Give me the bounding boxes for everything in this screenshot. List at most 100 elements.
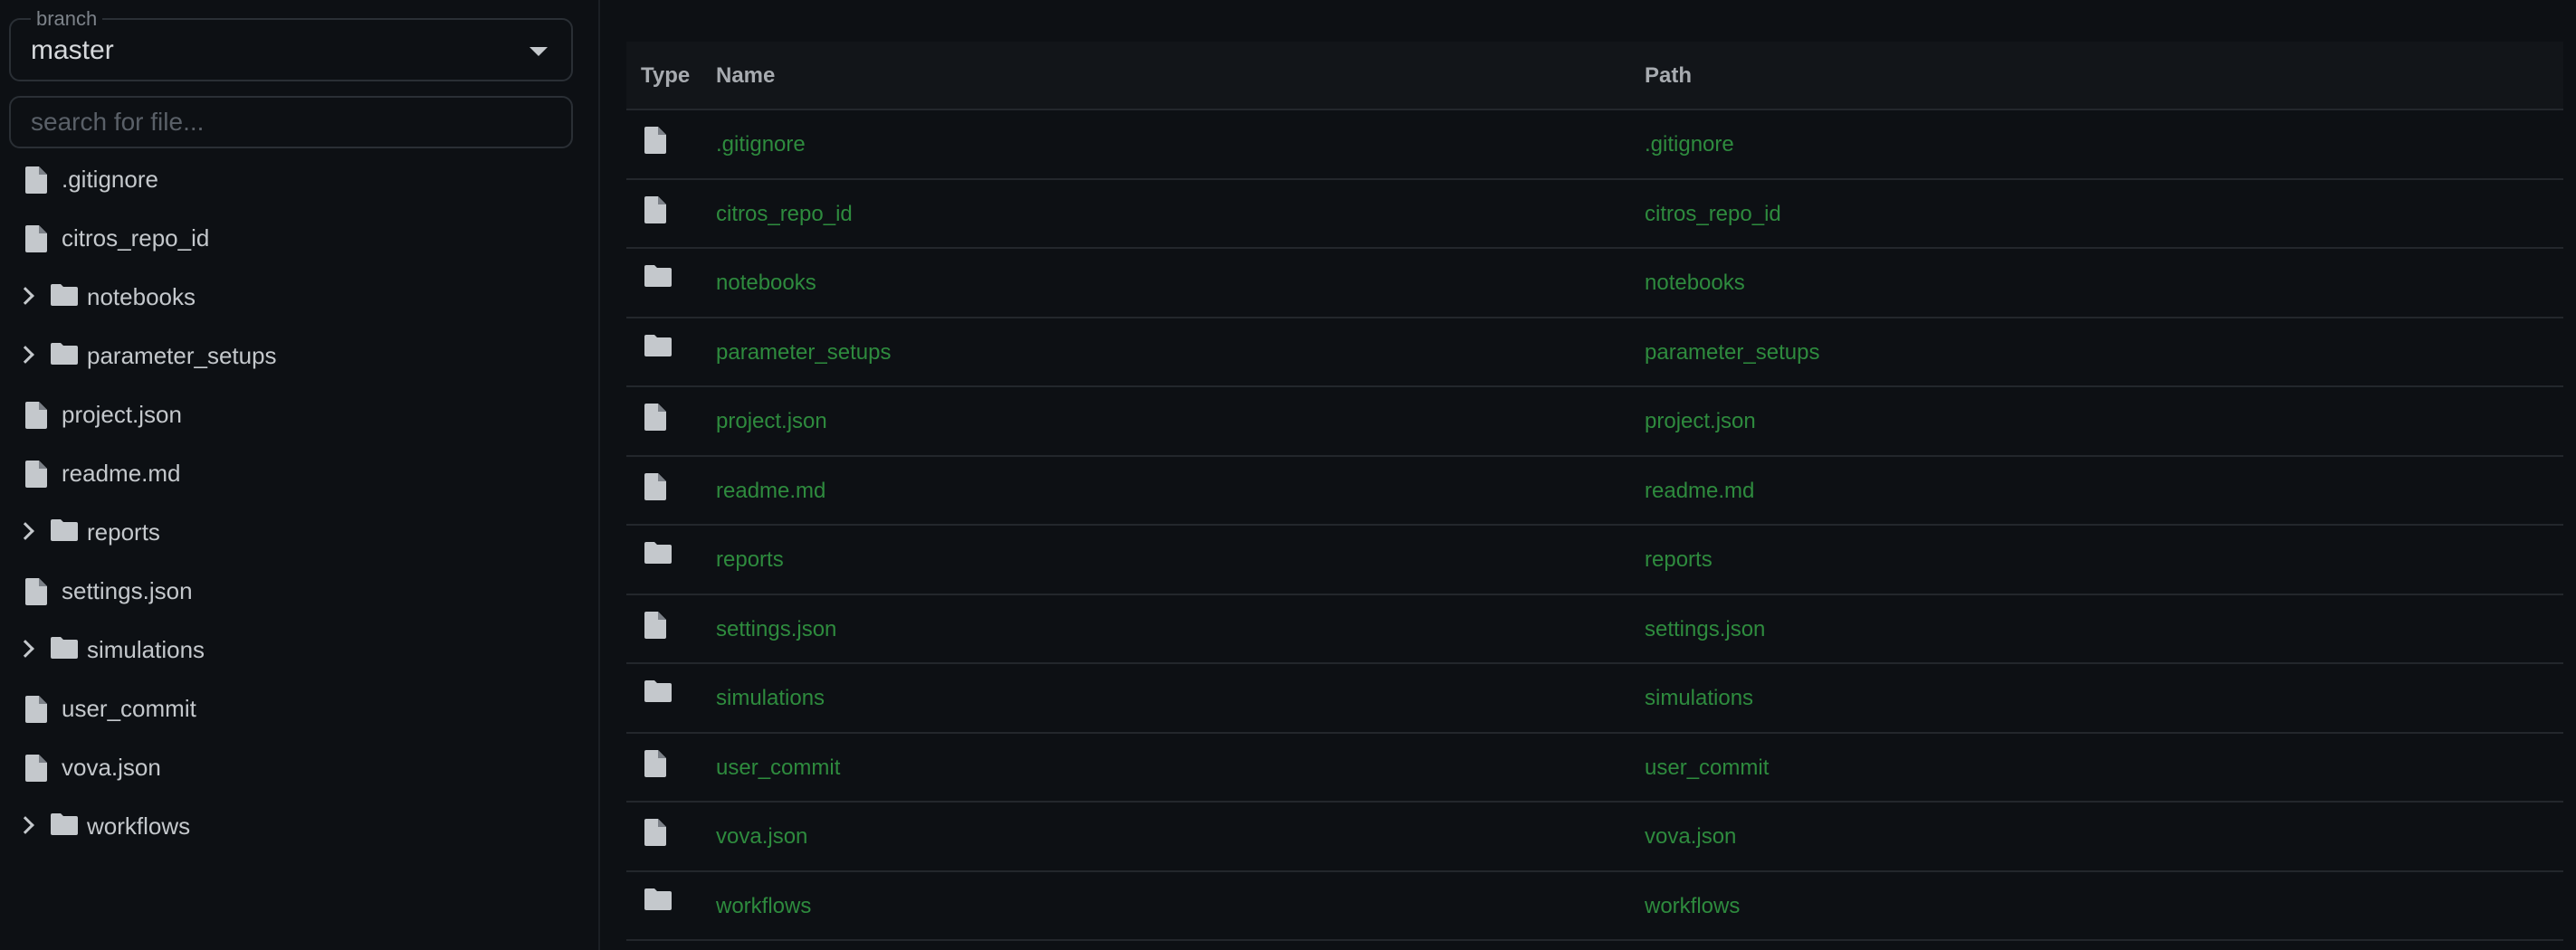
row-path-link[interactable]: workflows — [1645, 894, 1740, 919]
tree-item-label: workflows — [87, 812, 191, 840]
tree-item-label: vova.json — [62, 754, 161, 781]
caret-down-icon[interactable] — [530, 47, 548, 56]
file-icon — [644, 749, 666, 782]
tree-file-item[interactable]: .gitignore — [0, 150, 597, 209]
file-icon — [644, 611, 666, 643]
table-row[interactable]: project.json project.json — [626, 387, 2563, 457]
table-row[interactable]: readme.md readme.md — [626, 456, 2563, 526]
branch-select[interactable]: branch master — [9, 7, 573, 81]
file-icon — [25, 696, 47, 727]
row-path-link[interactable]: readme.md — [1645, 479, 1754, 504]
tree-folder-item[interactable]: notebooks — [0, 268, 597, 327]
file-search-input[interactable] — [9, 96, 573, 148]
tree-item-label: project.json — [62, 401, 182, 428]
file-icon — [644, 404, 666, 435]
table-row[interactable]: simulations simulations — [626, 664, 2563, 734]
tree-file-item[interactable]: vova.json — [0, 738, 597, 797]
file-icon — [25, 225, 47, 257]
row-name-link[interactable]: simulations — [716, 686, 825, 711]
chevron-right-icon[interactable] — [16, 522, 34, 540]
sidebar: branch master .gitignore citros_repo_idno… — [0, 0, 600, 950]
row-name-link[interactable]: settings.json — [716, 617, 836, 642]
row-path-link[interactable]: user_commit — [1645, 755, 1769, 781]
table-row[interactable]: user_commit user_commit — [626, 733, 2563, 803]
row-name-link[interactable]: readme.md — [716, 479, 825, 504]
row-path-link[interactable]: citros_repo_id — [1645, 202, 1781, 227]
branch-value: master — [31, 35, 114, 65]
table-row[interactable]: vova.json vova.json — [626, 803, 2563, 872]
folder-icon — [51, 343, 78, 369]
table-row[interactable]: .gitignore .gitignore — [626, 110, 2563, 180]
table-row[interactable]: settings.json settings.json — [626, 594, 2563, 664]
table-row[interactable]: notebooks notebooks — [626, 249, 2563, 318]
folder-icon — [51, 519, 78, 546]
table-row[interactable]: workflows workflows — [626, 871, 2563, 941]
file-icon — [644, 472, 666, 505]
row-name-link[interactable]: .gitignore — [716, 132, 806, 157]
column-header-name[interactable]: Name — [716, 63, 775, 89]
row-path-link[interactable]: vova.json — [1645, 824, 1736, 850]
tree-item-label: simulations — [87, 636, 205, 663]
row-name-link[interactable]: notebooks — [716, 271, 816, 296]
folder-icon — [51, 284, 78, 310]
tree-item-label: readme.md — [62, 460, 181, 487]
row-path-link[interactable]: .gitignore — [1645, 132, 1734, 157]
folder-icon — [644, 265, 672, 291]
tree-item-label: settings.json — [62, 577, 193, 604]
row-path-link[interactable]: parameter_setups — [1645, 340, 1819, 366]
row-path-link[interactable]: project.json — [1645, 409, 1756, 434]
row-name-link[interactable]: workflows — [716, 894, 811, 919]
file-icon — [25, 578, 47, 610]
chevron-right-icon[interactable] — [16, 816, 34, 834]
row-path-link[interactable]: notebooks — [1645, 271, 1745, 296]
tree-item-label: reports — [87, 518, 160, 546]
row-name-link[interactable]: reports — [716, 547, 784, 573]
table-row[interactable]: citros_repo_id citros_repo_id — [626, 179, 2563, 249]
chevron-right-icon[interactable] — [16, 346, 34, 364]
row-path-link[interactable]: reports — [1645, 547, 1713, 573]
tree-item-label: notebooks — [87, 283, 196, 310]
folder-icon — [644, 542, 672, 568]
tree-file-item[interactable]: project.json — [0, 385, 597, 444]
tree-file-item[interactable]: user_commit — [0, 679, 597, 738]
file-table-panel: Type Name Path .gitignore .gitignore citro… — [626, 42, 2563, 941]
column-header-type[interactable]: Type — [641, 63, 690, 89]
file-icon — [25, 402, 47, 433]
folder-icon — [51, 813, 78, 840]
tree-file-item[interactable]: settings.json — [0, 562, 597, 621]
file-icon — [644, 819, 666, 850]
tree-file-item[interactable]: citros_repo_id — [0, 209, 597, 268]
file-icon — [25, 755, 47, 786]
tree-file-item[interactable]: readme.md — [0, 444, 597, 503]
tree-item-label: user_commit — [62, 695, 196, 722]
app-root: branch master .gitignore citros_repo_idno… — [0, 0, 2576, 950]
file-icon — [25, 461, 47, 492]
column-header-path[interactable]: Path — [1645, 63, 1692, 89]
row-name-link[interactable]: citros_repo_id — [716, 202, 853, 227]
tree-folder-item[interactable]: parameter_setups — [0, 327, 597, 385]
file-icon — [644, 127, 666, 158]
folder-icon — [644, 888, 672, 915]
file-tree: .gitignore citros_repo_id notebooks paramet… — [0, 150, 597, 856]
row-name-link[interactable]: parameter_setups — [716, 340, 891, 366]
tree-item-label: .gitignore — [62, 166, 158, 193]
chevron-right-icon[interactable] — [16, 287, 34, 305]
tree-item-label: citros_repo_id — [62, 224, 210, 252]
folder-icon — [51, 637, 78, 663]
tree-folder-item[interactable]: workflows — [0, 797, 597, 856]
table-row[interactable]: parameter_setups parameter_setups — [626, 318, 2563, 387]
folder-icon — [644, 680, 672, 707]
table-row[interactable]: reports reports — [626, 526, 2563, 595]
chevron-right-icon[interactable] — [16, 640, 34, 658]
tree-folder-item[interactable]: reports — [0, 503, 597, 562]
row-path-link[interactable]: settings.json — [1645, 617, 1765, 642]
file-icon — [644, 195, 666, 228]
table-body: .gitignore .gitignore citros_repo_id citros… — [626, 110, 2563, 941]
row-name-link[interactable]: user_commit — [716, 755, 840, 781]
branch-label: branch — [31, 7, 103, 31]
tree-folder-item[interactable]: simulations — [0, 621, 597, 679]
file-icon — [25, 166, 47, 198]
row-name-link[interactable]: vova.json — [716, 824, 807, 850]
row-name-link[interactable]: project.json — [716, 409, 827, 434]
row-path-link[interactable]: simulations — [1645, 686, 1753, 711]
